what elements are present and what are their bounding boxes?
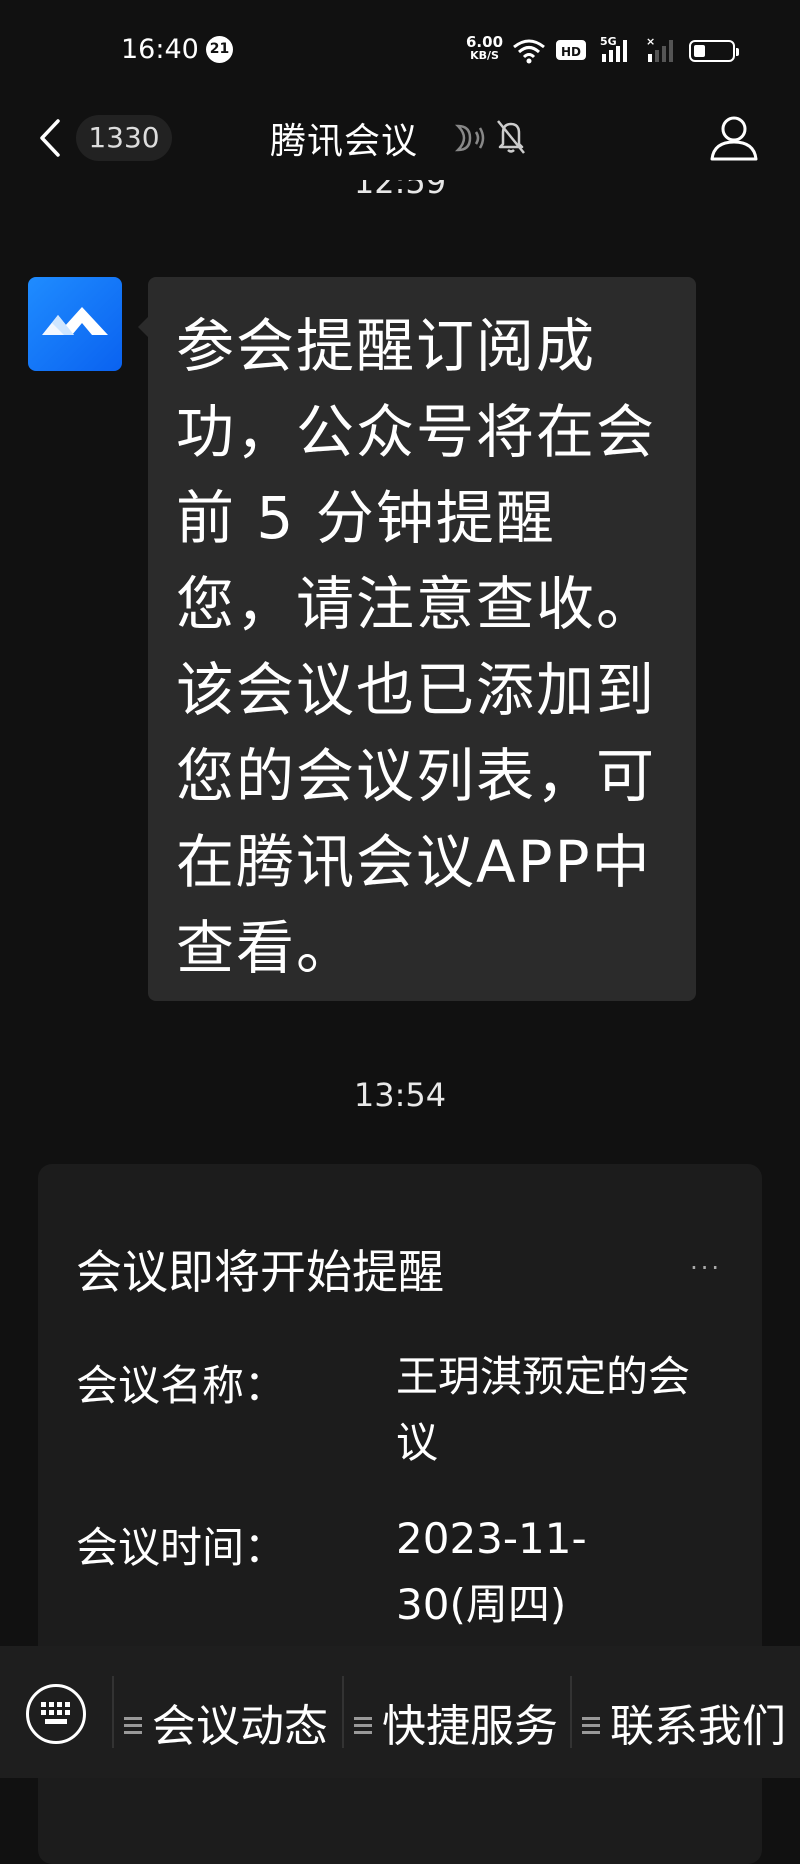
menu-divider [112,1676,114,1748]
menu-list-icon [124,1713,142,1738]
battery-level-fill [694,45,705,57]
menu-divider [570,1676,572,1748]
menu-list-icon [582,1713,600,1738]
menu-label: 会议动态 [152,1701,328,1752]
signal-5g-icon: 5G [600,35,627,62]
message-timestamp: 12:59 [0,180,800,208]
page-title: 腾讯会议 [270,121,419,162]
unread-count-badge[interactable]: 1330 [76,115,172,161]
wifi-icon [513,39,545,64]
tencent-meeting-logo-icon [42,307,108,335]
status-bar: 16:40 21 6.00 KB/S HD 5G × [0,0,800,100]
card-title: 会议即将开始提醒 [76,1245,444,1299]
voice-mode-icon [454,124,485,152]
message-text: 参会提醒订阅成功，公众号将在会前 5 分钟提醒您，请注意查收。该会议也已添加到您… [176,312,657,982]
menu-label: 联系我们 [610,1701,786,1752]
network-speed: 6.00 KB/S [466,33,504,63]
menu-list-icon [354,1713,372,1738]
meeting-name-label: 会议名称： [76,1361,287,1410]
notification-muted-icon [497,120,525,154]
profile-icon[interactable] [708,112,760,164]
timestamp-text: 12:59 [353,180,447,201]
meeting-time-value: 2023-11-30(周四) [396,1514,587,1629]
meeting-name-value: 王玥淇预定的会议 [396,1352,691,1467]
svg-text:×: × [646,35,655,48]
back-chevron-icon[interactable] [38,118,62,158]
avatar[interactable] [28,277,122,371]
battery-icon [689,40,739,62]
meeting-time-label: 会议时间： [76,1523,287,1572]
message-bubble[interactable]: 参会提醒订阅成功，公众号将在会前 5 分钟提醒您，请注意查收。该会议也已添加到您… [148,277,696,1001]
svg-text:5G: 5G [600,35,617,48]
network-speed-unit: KB/S [470,49,499,62]
hd-voice-icon: HD [556,40,586,60]
network-speed-value: 6.00 [466,33,504,51]
message-timestamp: 13:54 [353,1076,447,1114]
menu-contact-us[interactable]: 联系我们 [582,1690,786,1752]
more-options-icon[interactable]: ··· [690,1254,722,1282]
signal-weak-icon: × [646,35,673,62]
keyboard-icon [41,1702,70,1724]
notification-count-badge: 21 [206,36,233,63]
menu-meeting-updates[interactable]: 会议动态 [124,1690,328,1752]
keyboard-toggle-button[interactable] [26,1684,86,1744]
menu-label: 快捷服务 [382,1701,558,1752]
bottom-menu-bar: 会议动态 快捷服务 联系我们 [0,1646,800,1778]
menu-quick-services[interactable]: 快捷服务 [354,1690,558,1752]
status-time: 16:40 [121,34,199,65]
menu-divider [342,1676,344,1748]
